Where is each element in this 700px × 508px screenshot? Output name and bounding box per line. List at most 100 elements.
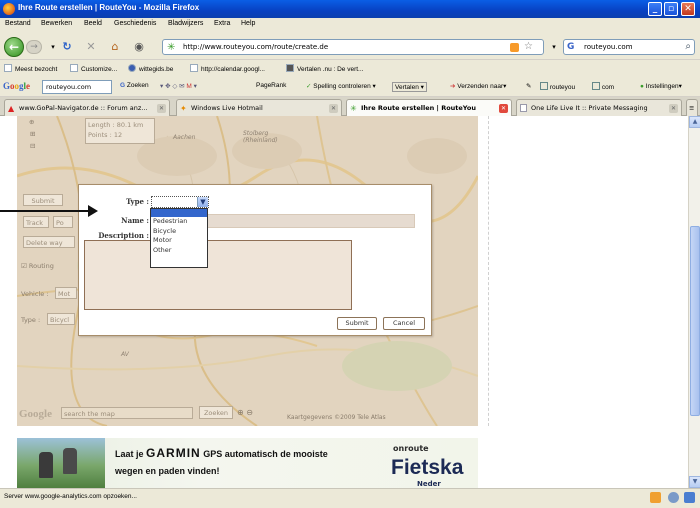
vertalen-icon bbox=[286, 64, 294, 72]
dialog-submit-button[interactable]: Submit bbox=[337, 317, 377, 330]
address-text: http://www.routeyou.com/route/create.de bbox=[183, 43, 329, 51]
bookmark-item[interactable]: wittegids.be bbox=[128, 64, 173, 73]
rss-icon[interactable] bbox=[510, 43, 519, 52]
wittegids-icon bbox=[128, 64, 136, 72]
bookmark-icon bbox=[190, 64, 198, 72]
home-icon[interactable]: ⌂ bbox=[108, 40, 122, 54]
highlight-icon[interactable]: ✎ bbox=[526, 82, 531, 90]
dropdown-option-bicycle[interactable]: Bicycle bbox=[151, 227, 207, 237]
url-dropdown-icon[interactable]: ▾ bbox=[547, 40, 561, 54]
dropdown-option-motor[interactable]: Motor bbox=[151, 236, 207, 246]
google-search-button[interactable]: G Zoeken bbox=[120, 82, 149, 89]
minimize-button[interactable]: _ bbox=[648, 2, 662, 16]
zoom-in-icon[interactable]: ⊞ bbox=[30, 130, 35, 138]
search-text: routeyou.com bbox=[584, 43, 633, 51]
forward-button[interactable]: → bbox=[26, 40, 42, 54]
reload-icon[interactable]: ↻ bbox=[60, 40, 74, 54]
routing-checkbox[interactable]: ☑ Routing bbox=[21, 262, 54, 270]
tab-list-button[interactable]: ≡ bbox=[686, 99, 698, 116]
stop-icon[interactable]: ✕ bbox=[84, 40, 98, 54]
menu-extra[interactable]: Extra bbox=[214, 20, 230, 27]
dialog-type-select[interactable]: ▼ bbox=[151, 196, 209, 208]
close-tab-icon[interactable]: ✕ bbox=[669, 104, 678, 113]
bookmark-item[interactable]: Meest bezocht bbox=[4, 64, 57, 73]
bookmarks-toolbar: Meest bezocht Customize... wittegids.be … bbox=[0, 60, 700, 77]
dropdown-option-blank[interactable] bbox=[151, 209, 207, 217]
bookmark-star-icon[interactable]: ☆ bbox=[524, 41, 533, 52]
addon-icon[interactable]: ◉ bbox=[132, 40, 146, 54]
close-button[interactable]: ✕ bbox=[681, 2, 695, 16]
ad-headline: Laat je GARMIN GPS automatisch de mooist… bbox=[115, 446, 328, 460]
tab-hotmail[interactable]: ✦ Windows Live Hotmail ✕ bbox=[176, 99, 342, 116]
map-label-stolberg: Stolberg (Rheinland) bbox=[243, 130, 278, 144]
security-status-icon[interactable] bbox=[684, 492, 695, 503]
addon-status-icon[interactable] bbox=[668, 492, 679, 503]
bookmark-item[interactable]: http://calendar.googl... bbox=[190, 64, 265, 73]
send-to-button[interactable]: ➔ Verzenden naar▾ bbox=[450, 82, 506, 90]
onroute-logo: onroute bbox=[393, 444, 429, 453]
map-zoom-icons[interactable]: ⊕ ⊖ bbox=[237, 408, 253, 417]
settings-button[interactable]: ● Instellingen▾ bbox=[640, 82, 682, 90]
menu-bewerken[interactable]: Bewerken bbox=[41, 20, 72, 27]
spelling-button[interactable]: ✓ Spelling controleren ▾ bbox=[306, 82, 376, 90]
delete-way-button[interactable]: Delete way bbox=[23, 236, 75, 248]
history-dropdown-icon[interactable]: ▾ bbox=[46, 40, 60, 54]
map-points-tab[interactable]: Po bbox=[53, 216, 73, 228]
maximize-button[interactable]: ▫ bbox=[664, 2, 678, 16]
chevron-down-icon[interactable]: ▼ bbox=[197, 197, 208, 207]
close-tab-icon[interactable]: ✕ bbox=[329, 104, 338, 113]
menu-help[interactable]: Help bbox=[241, 20, 255, 27]
routeyou-item[interactable]: routeyou bbox=[540, 82, 575, 91]
google-g-icon: G bbox=[120, 82, 126, 89]
menu-bladwijzers[interactable]: Bladwijzers bbox=[168, 20, 203, 27]
toolbar-icons[interactable]: ▾ ✥ ◇ ✉ M ▾ bbox=[160, 82, 197, 90]
close-tab-icon[interactable]: ✕ bbox=[157, 104, 166, 113]
dropdown-option-other[interactable]: Other bbox=[151, 246, 207, 256]
route-info-box: Length : 80.1 km Points : 12 bbox=[85, 118, 155, 144]
scroll-thumb[interactable] bbox=[690, 226, 700, 416]
close-tab-icon[interactable]: ✕ bbox=[499, 104, 508, 113]
address-bar[interactable]: ✳ http://www.routeyou.com/route/create.d… bbox=[162, 39, 544, 55]
map-pan-control[interactable]: ⊕ bbox=[29, 118, 34, 126]
road-label: AV bbox=[121, 351, 129, 358]
window-title: Ihre Route erstellen | RouteYou - Mozill… bbox=[18, 3, 200, 12]
warning-icon: ▲ bbox=[8, 104, 15, 113]
com-item[interactable]: com bbox=[592, 82, 614, 91]
map-search-input[interactable]: search the map bbox=[61, 407, 193, 419]
search-box[interactable]: G routeyou.com ⌕ bbox=[563, 39, 695, 55]
map-label-aachen: Aachen bbox=[173, 134, 196, 141]
fietskaart-sub: Neder bbox=[417, 480, 441, 488]
menu-beeld[interactable]: Beeld bbox=[84, 20, 102, 27]
tab-routeyou[interactable]: ✳ Ihre Route erstellen | RouteYou ✕ bbox=[346, 99, 512, 117]
bookmark-item[interactable]: Vertalen .nu : De vert... bbox=[286, 64, 363, 73]
rss-status-icon[interactable] bbox=[650, 492, 661, 503]
translate-button[interactable]: Vertalen ▾ bbox=[392, 82, 427, 92]
tab-gopal[interactable]: ▲ www.GoPal-Navigator.de :: Forum anz...… bbox=[4, 99, 170, 116]
search-engine-icon[interactable]: G bbox=[567, 42, 574, 52]
pagerank-item[interactable]: PageRank bbox=[256, 82, 286, 89]
menu-bestand[interactable]: Bestand bbox=[5, 20, 31, 27]
scroll-down-icon[interactable]: ▼ bbox=[689, 476, 700, 488]
tab-private-messaging[interactable]: One Life Live It :: Private Messaging ✕ bbox=[516, 99, 682, 116]
dialog-cancel-button[interactable]: Cancel bbox=[383, 317, 425, 330]
dialog-name-label: Name : bbox=[121, 216, 149, 225]
vertical-scrollbar[interactable]: ▲ ▼ bbox=[688, 116, 700, 488]
google-search-field[interactable]: routeyou.com bbox=[42, 80, 112, 94]
map-track-tab[interactable]: Track bbox=[23, 216, 49, 228]
scroll-up-icon[interactable]: ▲ bbox=[689, 116, 700, 128]
ad-subline: wegen en paden vinden! bbox=[115, 466, 220, 476]
type-select[interactable]: Bicycl bbox=[47, 313, 75, 325]
vehicle-select[interactable]: Mot bbox=[55, 287, 77, 299]
zoom-out-icon[interactable]: ⊟ bbox=[30, 142, 35, 150]
browser-window: Ihre Route erstellen | RouteYou - Mozill… bbox=[0, 0, 700, 508]
dialog-description-textarea[interactable] bbox=[84, 240, 352, 310]
dropdown-option-pedestrian[interactable]: Pedestrian bbox=[151, 217, 207, 227]
bookmark-item[interactable]: Customize... bbox=[70, 64, 117, 73]
menu-geschiedenis[interactable]: Geschiedenis bbox=[114, 20, 156, 27]
map-submit-button[interactable]: Submit bbox=[23, 194, 63, 206]
back-button[interactable]: ← bbox=[4, 37, 24, 57]
search-icon[interactable]: ⌕ bbox=[685, 41, 691, 52]
garmin-ad-banner[interactable]: Laat je GARMIN GPS automatisch de mooist… bbox=[17, 438, 478, 488]
dialog-type-label: Type : bbox=[126, 197, 149, 206]
map-search-button[interactable]: Zoeken bbox=[199, 406, 233, 419]
